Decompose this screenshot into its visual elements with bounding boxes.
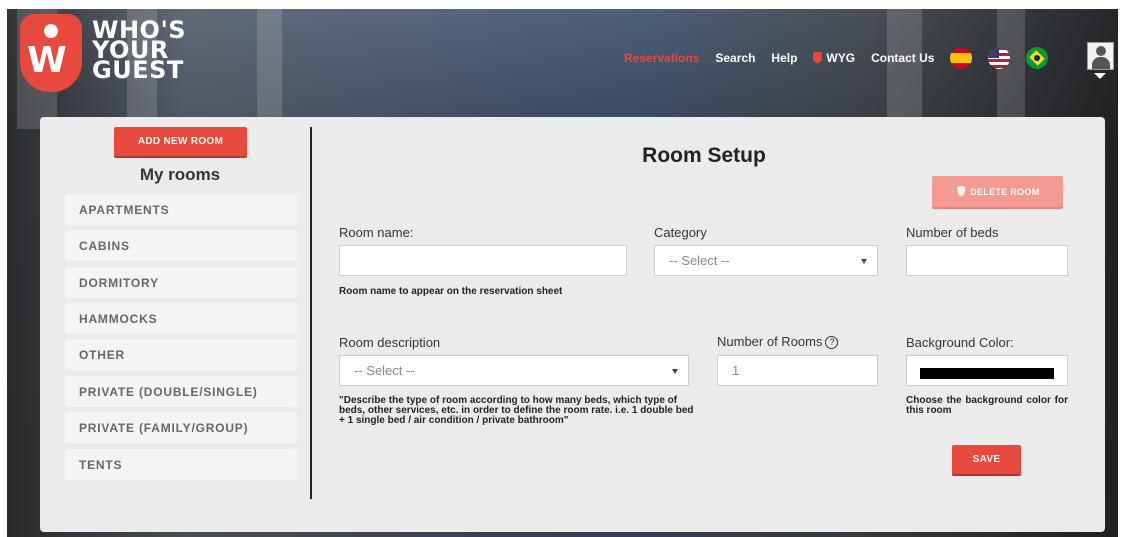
- category-selected-value: -- Select --: [669, 253, 730, 268]
- beds-label: Number of beds: [906, 225, 999, 240]
- main-nav: Reservations Search Help WYG Contact Us: [624, 47, 1064, 69]
- trash-icon: 🗑: [955, 186, 968, 196]
- room-name-input[interactable]: [339, 245, 627, 276]
- room-setup-panel: ADD NEW ROOM My rooms APARTMENTS CABINS …: [40, 117, 1105, 532]
- nav-wyg[interactable]: WYG: [813, 51, 855, 65]
- room-item-other[interactable]: OTHER: [65, 339, 297, 370]
- chevron-down-icon: [861, 259, 867, 264]
- room-description-selected-value: -- Select --: [354, 363, 415, 378]
- nav-contact-us[interactable]: Contact Us: [871, 51, 934, 65]
- room-name-label: Room name:: [339, 225, 414, 240]
- user-avatar-icon[interactable]: [1087, 42, 1114, 70]
- shield-icon: W: [20, 14, 82, 92]
- room-description-hint: "Describe the type of room according to …: [339, 395, 694, 426]
- room-item-hammocks[interactable]: HAMMOCKS: [65, 303, 297, 334]
- add-new-room-button[interactable]: ADD NEW ROOM: [114, 127, 247, 158]
- color-swatch: [920, 368, 1054, 379]
- room-name-hint: Room name to appear on the reservation s…: [339, 286, 563, 297]
- nav-search[interactable]: Search: [715, 51, 755, 65]
- help-icon[interactable]: ?: [825, 336, 839, 349]
- vertical-divider: [310, 127, 312, 499]
- category-label: Category: [654, 225, 707, 240]
- nav-help[interactable]: Help: [771, 51, 797, 65]
- delete-room-label: DELETE ROOM: [970, 186, 1040, 197]
- background-color-hint: Choose the background color for this roo…: [906, 395, 1068, 416]
- number-of-rooms-label: Number of Rooms?: [717, 334, 839, 349]
- whos-your-guest-logo[interactable]: W WHO'S YOUR GUEST: [20, 14, 186, 96]
- room-item-cabins[interactable]: CABINS: [65, 230, 297, 261]
- nav-wyg-label: WYG: [826, 51, 856, 65]
- my-rooms-heading: My rooms: [139, 165, 221, 184]
- number-of-rooms-input[interactable]: [717, 355, 878, 386]
- page-title: Room Setup: [642, 144, 766, 167]
- chevron-down-icon: [672, 369, 678, 374]
- delete-room-button[interactable]: 🗑 DELETE ROOM: [932, 176, 1063, 209]
- room-item-dormitory[interactable]: DORMITORY: [65, 267, 297, 298]
- nav-reservations[interactable]: Reservations: [624, 51, 699, 65]
- room-item-private-double-single[interactable]: PRIVATE (DOUBLE/SINGLE): [65, 376, 297, 407]
- logo-text: WHO'S YOUR GUEST: [92, 16, 187, 84]
- shield-icon: [813, 52, 823, 63]
- chevron-down-icon[interactable]: [1094, 73, 1106, 79]
- number-of-beds-input[interactable]: [906, 245, 1068, 276]
- usa-flag-icon[interactable]: [988, 47, 1011, 69]
- spain-flag-icon[interactable]: [950, 47, 973, 69]
- number-of-rooms-text: Number of Rooms: [717, 334, 823, 349]
- room-item-apartments[interactable]: APARTMENTS: [65, 194, 297, 225]
- room-description-label: Room description: [339, 335, 441, 350]
- background-color-label: Background Color:: [906, 335, 1014, 350]
- category-select[interactable]: -- Select --: [654, 245, 878, 276]
- room-item-tents[interactable]: TENTS: [65, 449, 297, 480]
- brazil-flag-icon[interactable]: [1026, 47, 1049, 69]
- room-description-select[interactable]: -- Select --: [339, 355, 689, 386]
- save-button[interactable]: SAVE: [952, 445, 1021, 476]
- room-item-private-family-group[interactable]: PRIVATE (FAMILY/GROUP): [65, 412, 297, 443]
